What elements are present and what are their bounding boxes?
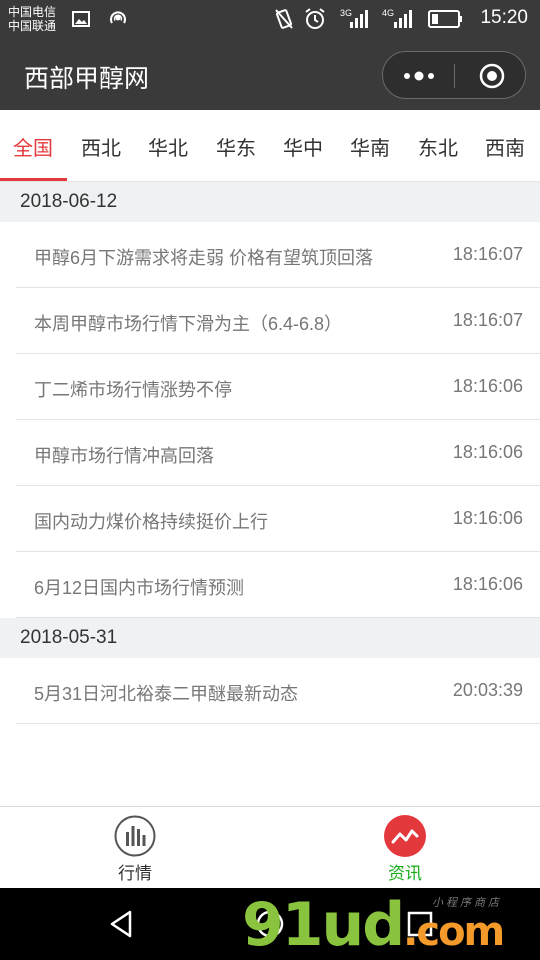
battery-icon [428, 10, 462, 28]
news-time: 18:16:06 [452, 442, 523, 462]
trend-icon [384, 815, 426, 857]
news-time: 18:16:06 [452, 574, 523, 594]
date-header: 2018-06-12 [0, 182, 540, 222]
tab-east[interactable]: 华东 [216, 132, 256, 161]
news-title: 甲醇6月下游需求将走弱 价格有望筑顶回落 [34, 248, 374, 268]
date-header: 2018-05-31 [0, 618, 540, 658]
signal-4g-icon: 4G [382, 8, 412, 28]
news-item[interactable]: 甲醇市场行情冲高回落 18:16:06 [16, 420, 540, 486]
news-title: 甲醇市场行情冲高回落 [34, 446, 214, 466]
news-item[interactable]: 国内动力煤价格持续挺价上行 18:16:06 [16, 486, 540, 552]
tab-northeast[interactable]: 东北 [418, 132, 458, 161]
capsule-divider [454, 64, 455, 88]
news-title: 丁二烯市场行情涨势不停 [34, 380, 232, 400]
bottom-tab-market-label: 行情 [118, 864, 152, 883]
tab-central[interactable]: 华中 [283, 132, 323, 161]
news-title: 6月12日国内市场行情预测 [34, 578, 245, 598]
signal-3g-icon: 3G [340, 8, 368, 28]
news-time: 18:16:06 [452, 508, 523, 528]
news-time: 20:03:39 [452, 680, 523, 700]
carrier-2: 中国联通 [8, 19, 57, 33]
news-title: 国内动力煤价格持续挺价上行 [34, 512, 268, 532]
status-bar: 中国电信 中国联通 3G 4G 15:20 [0, 0, 540, 40]
network-4g-label: 4G [382, 8, 394, 18]
page-title: 西部甲醇网 [24, 65, 150, 93]
more-options-icon[interactable] [401, 68, 437, 84]
news-item[interactable]: 6月12日国内市场行情预测 18:16:06 [16, 552, 540, 618]
vibrate-icon [275, 9, 293, 29]
bottom-tab-market[interactable]: 行情 [0, 807, 270, 889]
bar-chart-icon [114, 815, 156, 857]
watermark-caption: 小程序商店 [432, 896, 502, 909]
tab-north[interactable]: 华北 [148, 132, 188, 161]
news-time: 18:16:07 [452, 244, 523, 264]
alarm-icon [305, 8, 325, 29]
gallery-icon [72, 11, 90, 27]
watermark-main: 91ud [242, 890, 405, 960]
tab-southwest[interactable]: 西南 [485, 132, 525, 161]
news-item[interactable]: 5月31日河北裕泰二甲醚最新动态 20:03:39 [16, 658, 540, 724]
back-icon[interactable] [106, 908, 138, 940]
news-title: 5月31日河北裕泰二甲醚最新动态 [34, 684, 299, 704]
tab-national[interactable]: 全国 [13, 132, 53, 161]
carrier-1: 中国电信 [8, 5, 57, 19]
clock: 15:20 [480, 7, 528, 28]
news-list: 2018-06-12 甲醇6月下游需求将走弱 价格有望筑顶回落 18:16:07… [0, 182, 540, 724]
active-tab-indicator [0, 178, 67, 181]
news-time: 18:16:07 [452, 310, 523, 330]
close-miniprogram-icon[interactable] [479, 63, 505, 89]
hotspot-icon [110, 11, 126, 24]
miniprogram-capsule [382, 51, 526, 99]
news-time: 18:16:06 [452, 376, 523, 396]
title-bar: 西部甲醇网 [0, 40, 540, 110]
news-item[interactable]: 甲醇6月下游需求将走弱 价格有望筑顶回落 18:16:07 [16, 222, 540, 288]
news-item[interactable]: 丁二烯市场行情涨势不停 18:16:06 [16, 354, 540, 420]
carrier-labels: 中国电信 中国联通 [8, 5, 56, 33]
region-tabs: 全国 西北 华北 华东 华中 华南 东北 西南 [0, 110, 540, 182]
bottom-tab-news-label: 资讯 [388, 864, 422, 883]
news-title: 本周甲醇市场行情下滑为主（6.4-6.8） [34, 314, 343, 334]
network-3g-label: 3G [340, 8, 352, 18]
tab-south[interactable]: 华南 [350, 132, 390, 161]
news-item[interactable]: 本周甲醇市场行情下滑为主（6.4-6.8） 18:16:07 [16, 288, 540, 354]
tab-northwest[interactable]: 西北 [81, 132, 121, 161]
bottom-tab-news[interactable]: 资讯 [270, 807, 540, 889]
bottom-tab-bar: 行情 资讯 [0, 806, 540, 888]
watermark-suffix: .com [403, 909, 505, 955]
